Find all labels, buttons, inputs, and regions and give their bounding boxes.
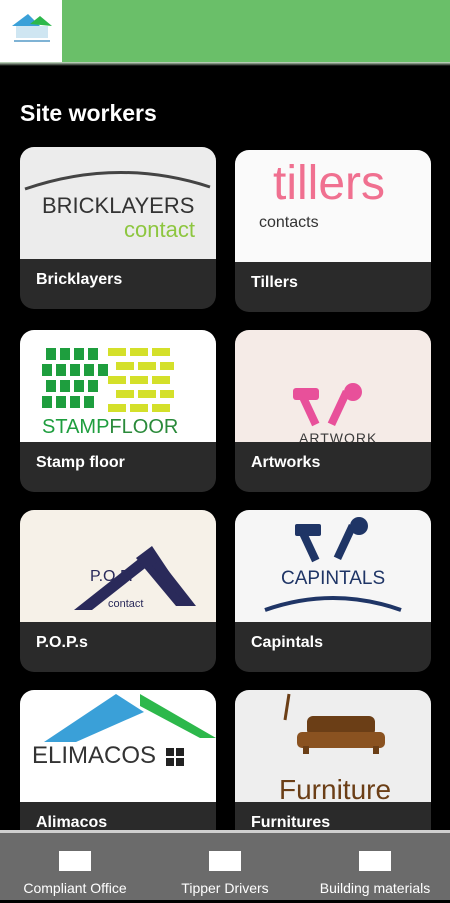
- card-label: Stamp floor: [36, 454, 125, 471]
- hammer-wrench-icon: [293, 383, 362, 427]
- office-icon: [59, 851, 91, 871]
- nav-building-materials[interactable]: Building materials: [300, 833, 450, 903]
- nav-tipper-drivers[interactable]: Tipper Drivers: [150, 833, 300, 903]
- card-pops[interactable]: P.O.P. contact P.O.P.s: [20, 510, 216, 672]
- top-bar-shadow: [0, 62, 450, 66]
- card-label: Artworks: [251, 454, 321, 471]
- nav-label: Building materials: [319, 880, 431, 896]
- card-label: Tillers: [251, 274, 298, 291]
- section-title: Site workers: [20, 100, 157, 126]
- capintals-logo-text: CAPINTALS: [281, 568, 386, 589]
- tillers-logo-line1: tillers: [273, 157, 386, 210]
- bricklayers-logo: BRICKLAYERS contact: [20, 147, 216, 259]
- nav-compliant-office[interactable]: Compliant Office: [0, 833, 150, 903]
- pop-logo: P.O.P. contact: [20, 510, 216, 622]
- nav-label: Compliant Office: [23, 880, 127, 896]
- card-label: P.O.P.s: [36, 634, 88, 651]
- pop-logo-line1: P.O.P.: [90, 568, 133, 585]
- card-tillers[interactable]: tillers contacts Tillers: [235, 150, 431, 312]
- stamp-floor-logo: STAMPFLOOR: [20, 330, 216, 442]
- stamp-floor-logo-text: STAMPFLOOR: [42, 416, 179, 438]
- materials-icon: [359, 851, 391, 871]
- furniture-logo-text: Furniture: [279, 774, 392, 802]
- bricklayers-logo-line2: contact: [124, 217, 195, 242]
- card-alimacos[interactable]: ELIMACOS Alimacos: [20, 690, 216, 852]
- elimacos-logo: ELIMACOS: [20, 690, 216, 802]
- card-label: Bricklayers: [36, 271, 123, 288]
- tillers-logo: tillers contacts: [235, 150, 431, 262]
- card-capintals[interactable]: CAPINTALS Capintals: [235, 510, 431, 672]
- bricklayers-logo-line1: BRICKLAYERS: [42, 193, 195, 218]
- card-stamp-floor[interactable]: STAMPFLOOR Stamp floor: [20, 330, 216, 492]
- card-label: Capintals: [251, 634, 324, 651]
- app-logo-icon: [12, 14, 52, 42]
- capintals-logo: CAPINTALS: [235, 510, 431, 622]
- bottom-navigation: Compliant Office Tipper Drivers Building…: [0, 830, 450, 900]
- pop-logo-line2: contact: [108, 598, 144, 610]
- top-app-bar: [0, 0, 450, 62]
- furniture-logo: Furniture: [235, 690, 431, 802]
- tipper-icon: [209, 851, 241, 871]
- app-logo[interactable]: [0, 0, 62, 62]
- card-artworks[interactable]: ARTWORK Artworks: [235, 330, 431, 492]
- artworks-logo-text: ARTWORK: [299, 430, 378, 442]
- nav-label: Tipper Drivers: [181, 880, 269, 896]
- tillers-logo-line2: contacts: [259, 214, 319, 231]
- hammer-wrench-icon: [264, 517, 402, 612]
- card-bricklayers[interactable]: BRICKLAYERS contact Bricklayers: [20, 147, 216, 309]
- artworks-logo: ARTWORK: [235, 330, 431, 442]
- elimacos-logo-text: ELIMACOS: [32, 742, 157, 769]
- card-furnitures[interactable]: Furniture Furnitures: [235, 690, 431, 852]
